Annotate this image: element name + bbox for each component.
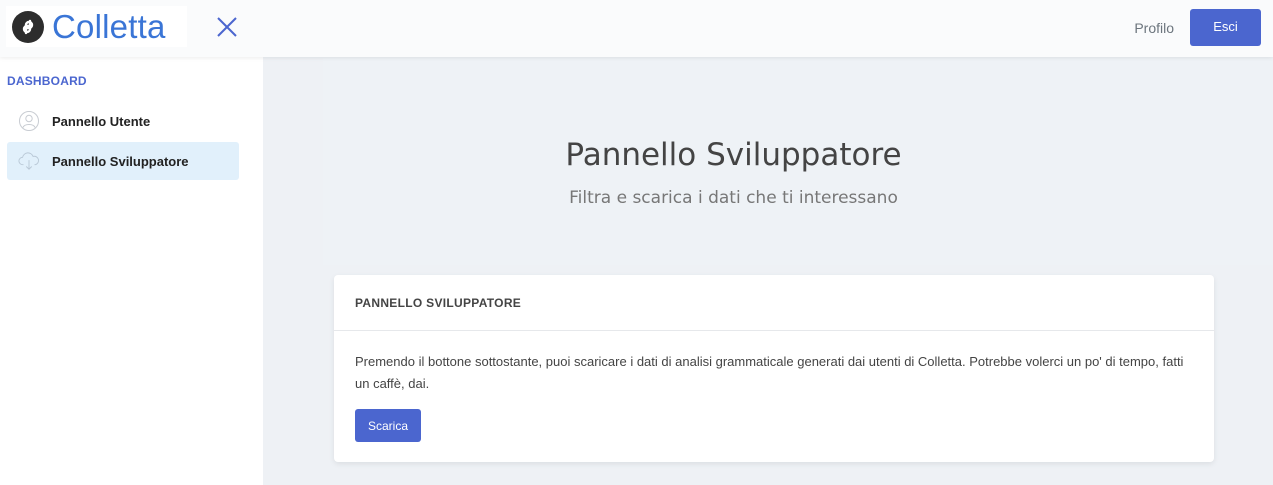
sidebar-item-label: Pannello Utente: [52, 113, 151, 129]
top-bar: Colletta Profilo Esci: [0, 0, 1273, 57]
page-title: Pannello Sviluppatore: [565, 137, 902, 173]
sidebar-item-label: Pannello Sviluppatore: [52, 153, 189, 169]
developer-panel-card: PANNELLO SVILUPPATORE Premendo il botton…: [334, 275, 1214, 462]
cloud-download-icon: [18, 150, 40, 172]
logout-button[interactable]: Esci: [1190, 9, 1261, 46]
sidebar: DASHBOARD Pannello Utente Pannello Svilu…: [0, 57, 263, 485]
brand-name: Colletta: [52, 8, 166, 45]
sidebar-item-developer-panel[interactable]: Pannello Sviluppatore: [7, 142, 239, 180]
main-content: Pannello Sviluppatore Filtra e scarica i…: [263, 57, 1273, 485]
user-icon: [18, 110, 40, 132]
profile-link[interactable]: Profilo: [1134, 20, 1174, 36]
brand-logo-icon: [12, 10, 44, 43]
close-icon: [217, 17, 237, 37]
card-title: PANNELLO SVILUPPATORE: [355, 295, 522, 310]
card-body: Premendo il bottone sottostante, puoi sc…: [334, 331, 1214, 442]
brand-logo[interactable]: Colletta: [6, 6, 187, 47]
sidebar-item-user-panel[interactable]: Pannello Utente: [7, 102, 239, 140]
page-subtitle: Filtra e scarica i dati che ti interessa…: [569, 188, 898, 208]
card-header: PANNELLO SVILUPPATORE: [334, 275, 1214, 331]
close-sidebar-button[interactable]: [214, 14, 240, 40]
sidebar-heading: DASHBOARD: [7, 74, 87, 88]
download-button[interactable]: Scarica: [355, 409, 421, 442]
card-description: Premendo il bottone sottostante, puoi sc…: [355, 354, 1184, 391]
hero-section: Pannello Sviluppatore Filtra e scarica i…: [323, 57, 1273, 265]
